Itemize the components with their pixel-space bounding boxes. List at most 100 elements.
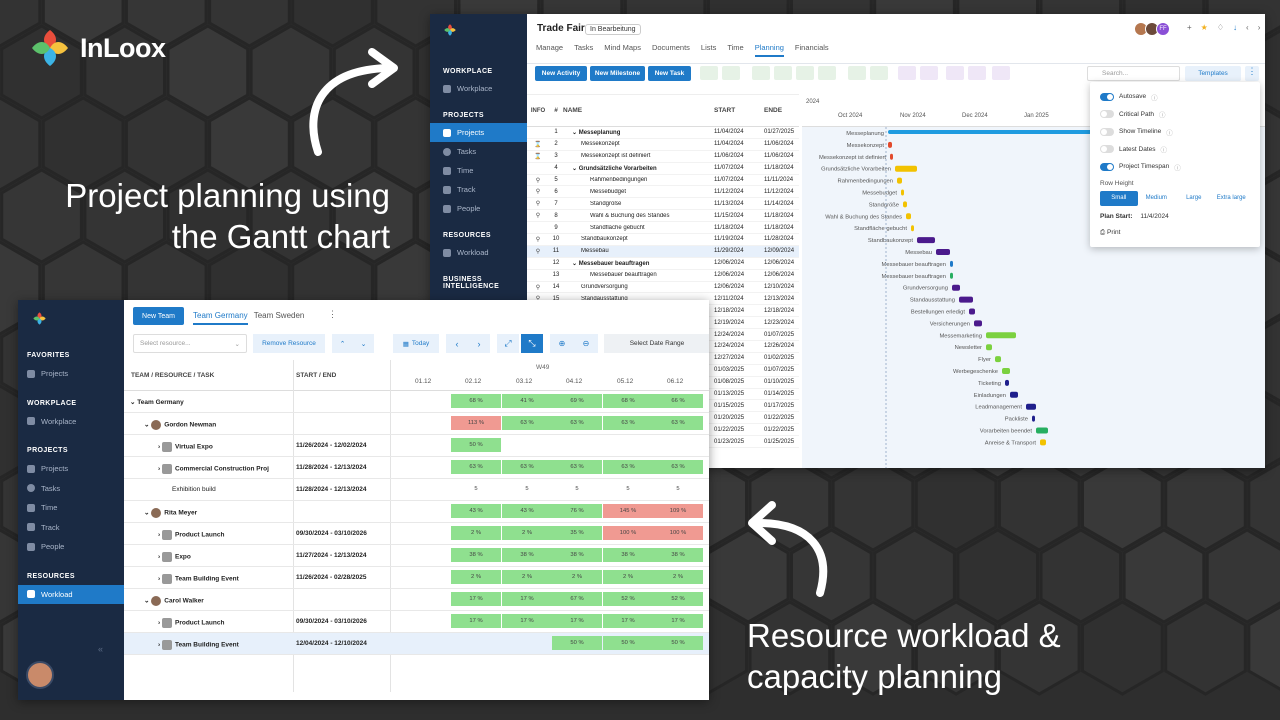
zoom-out-icon[interactable] (722, 66, 740, 80)
table-row[interactable]: 13 Messebauer beauftragen 12/06/2024 12/06/… (527, 270, 799, 282)
sidebar-item-track[interactable]: Track (18, 518, 124, 538)
workload-cell[interactable]: 17 % (502, 592, 552, 606)
workload-cell[interactable] (401, 526, 451, 540)
gantt-bar[interactable] (974, 320, 982, 327)
select-date-range-button[interactable]: Select Date Range (604, 334, 709, 353)
workload-cell[interactable]: 63 % (451, 460, 501, 474)
table-row[interactable]: ⌛ 3 Messekonzept ist definiert 11/06/2024 11… (527, 151, 799, 163)
critical-path-icon[interactable] (818, 66, 836, 80)
move-right-icon[interactable] (920, 66, 938, 80)
toggle-switch[interactable] (1100, 127, 1114, 136)
workload-cell[interactable]: 2 % (552, 570, 602, 584)
row-height-large[interactable]: Large (1175, 191, 1213, 206)
workload-cell[interactable]: 100 % (653, 526, 703, 540)
workload-cell[interactable] (603, 438, 653, 452)
workload-cell[interactable] (653, 438, 703, 452)
setting-autosave[interactable]: Autosave ⓘ (1100, 88, 1250, 106)
chevron-down-icon[interactable]: ⌄ (144, 510, 151, 517)
gantt-bar[interactable] (950, 260, 953, 267)
workload-cell[interactable]: 5 (552, 482, 602, 496)
gantt-bar[interactable] (888, 141, 892, 148)
download-icon[interactable]: ↓ (1233, 23, 1237, 33)
gantt-bar[interactable] (986, 332, 1016, 339)
table-row[interactable]: ⚲ 14 Grundversorgung 12/06/2024 12/10/2024 (527, 282, 799, 294)
tab-lists[interactable]: Lists (701, 43, 716, 57)
workload-cell[interactable]: 17 % (451, 614, 501, 628)
table-row[interactable]: ⚲ 6 Messebudget 11/12/2024 11/12/2024 (527, 186, 799, 199)
collapse-icon[interactable]: « (98, 644, 103, 654)
sidebar-item-time[interactable]: Time (430, 161, 527, 180)
gantt-bar[interactable] (952, 284, 960, 291)
workload-cell[interactable] (401, 394, 451, 408)
workload-cell[interactable] (401, 548, 451, 562)
workload-cell[interactable]: 68 % (451, 394, 501, 408)
workload-cell[interactable]: 38 % (451, 548, 501, 562)
gantt-bar[interactable] (901, 189, 904, 196)
table-row[interactable]: ⌛ 2 Messekonzept 11/04/2024 11/06/2024 (527, 139, 799, 151)
setting-critical-path[interactable]: Critical Path ⓘ (1100, 106, 1250, 124)
workload-row[interactable]: ⌄ Rita Meyer 43 % 43 % 76 % 145 % 109 % (124, 501, 709, 523)
workload-cell[interactable] (401, 636, 451, 650)
workload-cell[interactable]: 43 % (502, 504, 552, 518)
gantt-bar[interactable] (995, 356, 1001, 363)
workload-cell[interactable]: 41 % (502, 394, 552, 408)
row-height-extra-large[interactable]: Extra large (1213, 191, 1251, 206)
sidebar-item-workload[interactable]: Workload (430, 243, 527, 262)
chevron-down-icon[interactable]: ⌄ (572, 166, 579, 172)
avatar[interactable]: FF (1156, 22, 1170, 36)
gantt-bar[interactable] (1036, 427, 1048, 434)
workload-cell[interactable]: 50 % (552, 636, 602, 650)
export-icon[interactable] (848, 66, 866, 80)
table-row[interactable]: 1 ⌄ Messeplanung 11/04/2024 01/27/2025 (527, 127, 799, 139)
workload-cell[interactable]: 17 % (653, 614, 703, 628)
workload-cell[interactable]: 5 (603, 482, 653, 496)
new-milestone-button[interactable]: New Milestone (590, 66, 645, 81)
sidebar-item-projects[interactable]: Projects (18, 364, 124, 384)
workload-cell[interactable]: 2 % (502, 570, 552, 584)
workload-cell[interactable]: 113 % (451, 416, 501, 430)
workload-cell[interactable]: 38 % (502, 548, 552, 562)
workload-cell[interactable]: 50 % (451, 438, 501, 452)
workload-row[interactable]: ⌄ Carol Walker 17 % 17 % 67 % 52 % 52 % (124, 589, 709, 611)
workload-row[interactable]: › Product Launch 09/30/2024 - 03/10/2026 1… (124, 611, 709, 633)
chevron-left-icon[interactable]: ‹ (456, 339, 459, 349)
workload-cell[interactable]: 50 % (653, 636, 703, 650)
workload-cell[interactable] (552, 438, 602, 452)
col-num[interactable]: # (549, 107, 563, 114)
workload-cell[interactable]: 76 % (552, 504, 602, 518)
expand-icon[interactable]: ⤢ (497, 334, 519, 353)
tab-documents[interactable]: Documents (652, 43, 690, 57)
workload-cell[interactable]: 38 % (603, 548, 653, 562)
gantt-bar[interactable] (1026, 403, 1036, 410)
workload-cell[interactable]: 145 % (603, 504, 653, 518)
table-row[interactable]: ⚲ 10 Standbaukonzept 11/19/2024 11/28/2024 (527, 234, 799, 246)
toggle-switch[interactable] (1100, 110, 1114, 119)
gantt-bar[interactable] (1010, 391, 1018, 398)
workload-cell[interactable]: 43 % (451, 504, 501, 518)
sidebar-item-projects[interactable]: Projects (430, 123, 527, 142)
gantt-bar[interactable] (969, 308, 975, 315)
new-task-button[interactable]: New Task (648, 66, 691, 81)
workload-cell[interactable]: 2 % (502, 526, 552, 540)
workload-cell[interactable]: 66 % (653, 394, 703, 408)
col-name[interactable]: NAME (563, 107, 711, 114)
table-row[interactable]: 9 Standfläche gebucht 11/18/2024 11/18/2024 (527, 222, 799, 235)
workload-cell[interactable] (401, 570, 451, 584)
chevron-down-icon[interactable]: ⌄ (144, 422, 151, 429)
sidebar-item-tasks[interactable]: Tasks (18, 479, 124, 499)
outdent-icon[interactable] (774, 66, 792, 80)
workload-cell[interactable]: 17 % (603, 614, 653, 628)
new-team-button[interactable]: New Team (133, 307, 184, 325)
workload-cell[interactable]: 38 % (653, 548, 703, 562)
workload-row[interactable]: Exhibition build 11/28/2024 - 12/13/2024 5… (124, 479, 709, 501)
workload-cell[interactable] (401, 438, 451, 452)
link-icon[interactable] (946, 66, 964, 80)
workload-cell[interactable]: 100 % (603, 526, 653, 540)
gantt-bar[interactable] (1032, 415, 1035, 422)
workload-cell[interactable]: 2 % (451, 526, 501, 540)
sidebar-item-people[interactable]: People (18, 537, 124, 557)
col-info[interactable]: INFO (527, 108, 549, 114)
grid-icon[interactable] (870, 66, 888, 80)
workload-cell[interactable]: 63 % (603, 416, 653, 430)
workload-cell[interactable]: 52 % (653, 592, 703, 606)
